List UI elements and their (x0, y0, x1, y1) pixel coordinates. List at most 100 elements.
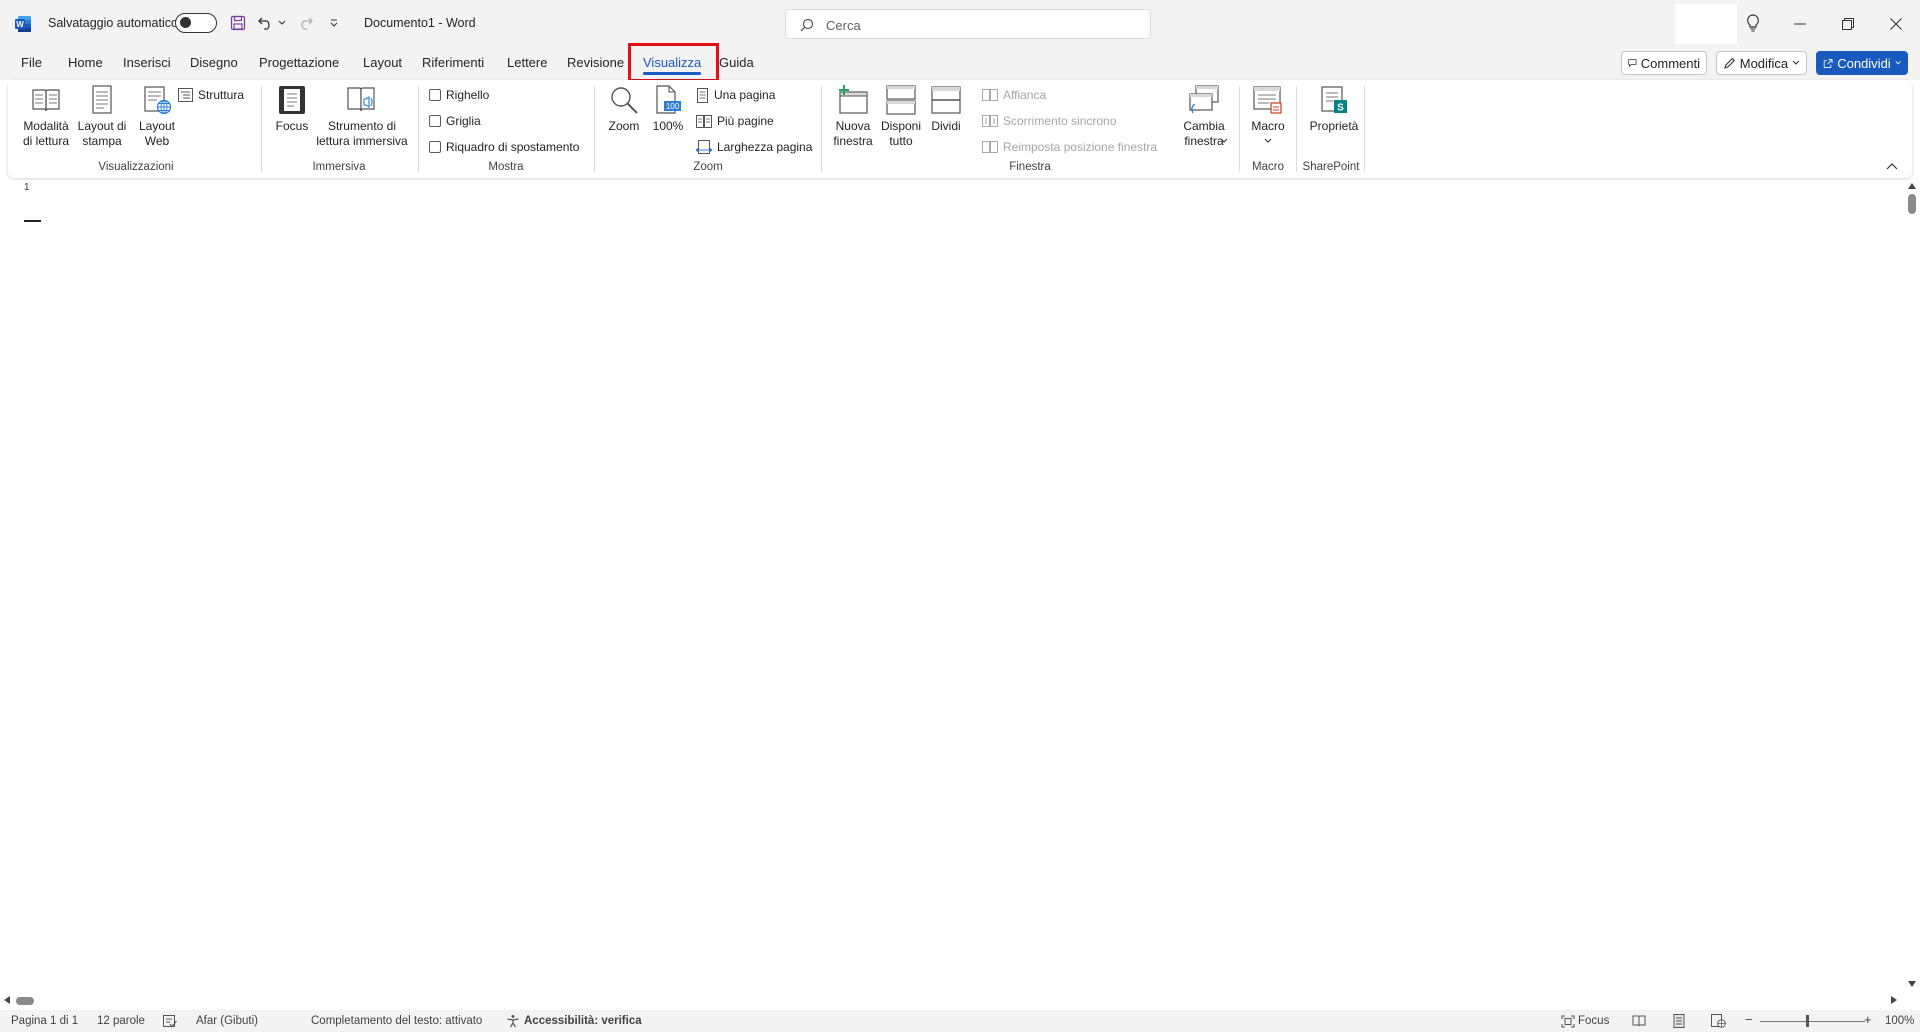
gridlines-label: Griglia (446, 114, 481, 128)
macro-chevron-down-icon[interactable] (1264, 138, 1272, 144)
vertical-scrollbar[interactable] (1904, 180, 1920, 992)
horizontal-scrollbar[interactable] (0, 992, 1904, 1008)
editing-mode-button[interactable]: Modifica (1716, 51, 1807, 75)
customize-quick-access-icon[interactable] (323, 12, 345, 34)
macro-label: Macro (1251, 119, 1285, 133)
document-canvas[interactable] (0, 180, 1904, 992)
print-layout-view-icon[interactable] (1673, 1014, 1685, 1028)
restore-button[interactable] (1824, 0, 1872, 48)
profile-area[interactable] (1675, 4, 1737, 44)
switch-windows-chevron-down-icon[interactable] (1220, 138, 1228, 144)
properties-button[interactable]: S Proprietà (1304, 84, 1364, 134)
immersive-reader-button[interactable]: Strumento di lettura immersiva (314, 84, 410, 149)
print-layout-button[interactable]: Layout di stampa (74, 84, 130, 149)
scroll-left-arrow-icon[interactable] (3, 996, 11, 1004)
reading-mode-button[interactable]: Modalità di lettura (20, 84, 72, 149)
zoom-label: Zoom (608, 119, 640, 133)
lightbulb-icon[interactable] (1742, 12, 1764, 34)
zoom-level-status[interactable]: 100% (1885, 1015, 1914, 1027)
comments-button[interactable]: Commenti (1621, 51, 1707, 75)
one-page-button[interactable]: Una pagina (696, 86, 775, 104)
tab-draw[interactable]: Disegno (190, 55, 238, 70)
new-window-label: Nuova finestra (833, 119, 873, 148)
minimize-button[interactable] (1776, 0, 1824, 48)
proofing-icon[interactable] (163, 1015, 177, 1028)
share-button[interactable]: Condividi (1816, 51, 1908, 75)
tab-home[interactable]: Home (68, 55, 103, 70)
horizontal-scroll-thumb[interactable] (16, 997, 34, 1005)
status-bar: Pagina 1 di 1 12 parole Afar (Gibuti) Co… (0, 1010, 1920, 1032)
gridlines-checkbox[interactable]: Griglia (429, 112, 481, 130)
accessibility-icon[interactable] (506, 1014, 520, 1028)
tab-review[interactable]: Revisione (567, 55, 624, 70)
scroll-down-arrow-icon[interactable] (1908, 980, 1916, 988)
page-number: 1 (24, 182, 30, 193)
new-window-button[interactable]: Nuova finestra (830, 84, 876, 149)
word-count-status[interactable]: 12 parole (97, 1015, 145, 1027)
focus-status[interactable]: Focus (1578, 1015, 1609, 1027)
zoom-100-button[interactable]: 100 100% (648, 84, 688, 134)
redo-icon[interactable] (294, 12, 316, 34)
read-mode-view-icon[interactable] (1632, 1015, 1646, 1027)
comments-label: Commenti (1640, 55, 1700, 71)
tab-layout[interactable]: Layout (363, 55, 402, 70)
zoom-slider-thumb[interactable] (1806, 1015, 1809, 1027)
tab-insert[interactable]: Inserisci (123, 55, 171, 70)
navigation-pane-checkbox[interactable]: Riquadro di spostamento (429, 138, 579, 156)
vertical-scroll-thumb[interactable] (1908, 194, 1916, 214)
undo-dropdown-icon[interactable] (275, 12, 289, 34)
print-layout-icon (92, 85, 112, 114)
scroll-right-arrow-icon[interactable] (1890, 996, 1898, 1004)
save-icon[interactable] (227, 12, 249, 34)
navigation-pane-checkbox-box[interactable] (429, 141, 441, 153)
macros-button[interactable]: Macro (1246, 84, 1290, 144)
group-label-show: Mostra (488, 161, 524, 173)
ruler-checkbox[interactable]: Righello (429, 86, 489, 104)
view-side-by-side-button[interactable]: Affianca (982, 86, 1046, 104)
web-layout-button[interactable]: Layout Web (132, 84, 182, 149)
tab-view[interactable]: Visualizza (643, 55, 702, 75)
split-button[interactable]: Dividi (926, 84, 966, 134)
zoom-100-icon: 100 (656, 85, 681, 114)
undo-icon[interactable] (255, 12, 277, 34)
tab-mailings[interactable]: Lettere (507, 55, 547, 70)
text-prediction-status[interactable]: Completamento del testo: attivato (311, 1015, 482, 1027)
ribbon-panel: Modalità di lettura Layout di stampa Lay… (8, 80, 1912, 178)
ruler-checkbox-box[interactable] (429, 89, 441, 101)
search-box[interactable]: Cerca (785, 9, 1151, 39)
web-layout-view-icon[interactable] (1711, 1014, 1726, 1028)
close-button[interactable] (1872, 0, 1920, 48)
search-placeholder: Cerca (826, 18, 861, 33)
page-count-status[interactable]: Pagina 1 di 1 (11, 1015, 78, 1027)
synchronous-scrolling-button[interactable]: Scorrimento sincrono (982, 112, 1116, 130)
group-separator (1364, 86, 1365, 172)
zoom-in-button[interactable]: + (1864, 1012, 1872, 1027)
reset-window-position-button[interactable]: Reimposta posizione finestra (982, 138, 1157, 156)
scroll-up-arrow-icon[interactable] (1908, 182, 1916, 190)
autosave-toggle[interactable] (175, 13, 217, 33)
accessibility-status[interactable]: Accessibilità: verifica (524, 1015, 642, 1027)
svg-text:100: 100 (666, 102, 680, 111)
tab-file[interactable]: File (21, 55, 42, 70)
immersive-reader-label: Strumento di lettura immersiva (316, 119, 408, 148)
zoom-out-button[interactable]: − (1745, 1012, 1753, 1027)
focus-mode-icon[interactable] (1561, 1015, 1575, 1028)
arrange-all-button[interactable]: Disponi tutto (878, 84, 924, 149)
multiple-pages-button[interactable]: Più pagine (696, 112, 774, 130)
sharepoint-properties-icon: S (1321, 86, 1347, 114)
language-status[interactable]: Afar (Gibuti) (196, 1015, 258, 1027)
tab-help[interactable]: Guida (719, 55, 754, 70)
zoom-slider-track[interactable] (1760, 1021, 1865, 1022)
gridlines-checkbox-box[interactable] (429, 115, 441, 127)
share-label: Condividi (1837, 55, 1891, 71)
text-cursor (24, 220, 41, 222)
page-width-button[interactable]: Larghezza pagina (696, 138, 812, 156)
new-window-icon (839, 85, 868, 114)
page-width-label: Larghezza pagina (717, 140, 813, 154)
tab-design[interactable]: Progettazione (259, 55, 339, 70)
focus-button[interactable]: Focus (270, 84, 314, 134)
zoom-button[interactable]: Zoom (604, 84, 644, 134)
outline-button[interactable]: Struttura (178, 86, 244, 104)
collapse-ribbon-chevron-up-icon[interactable] (1886, 162, 1898, 170)
tab-references[interactable]: Riferimenti (422, 55, 484, 70)
